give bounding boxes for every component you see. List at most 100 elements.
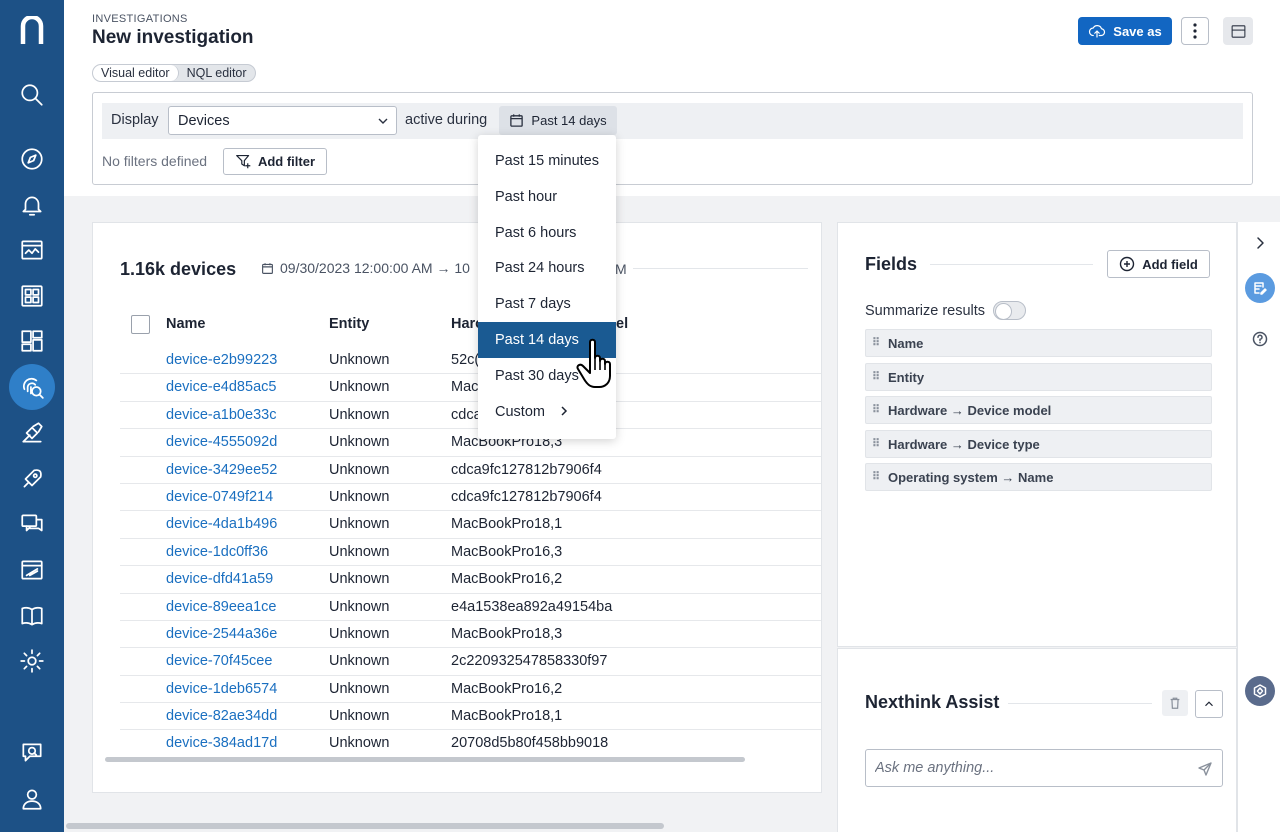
fields-panel-button[interactable] (1245, 273, 1275, 303)
column-header-entity[interactable]: Entity (329, 316, 369, 332)
device-name-link[interactable]: device-4555092d (166, 434, 277, 450)
nav-settings[interactable] (9, 638, 55, 684)
collapse-assist-button[interactable] (1195, 690, 1223, 718)
nav-reports[interactable] (9, 547, 55, 593)
table-row[interactable]: device-70f45cee Unknown 2c220932547858330f… (120, 648, 821, 676)
table-row[interactable]: device-dfd41a59 Unknown MacBookPro16,2 (120, 566, 821, 594)
table-row[interactable]: device-4da1b496 Unknown MacBookPro18,1 (120, 511, 821, 539)
nav-alerts[interactable] (9, 182, 55, 228)
nexthink-logo[interactable] (0, 8, 64, 54)
nav-feedback[interactable] (9, 730, 55, 776)
send-icon[interactable] (1197, 761, 1213, 777)
hardware-cell: cdca9fc127812b7906f4 (451, 461, 602, 478)
field-item[interactable]: ⠿ Entity (865, 362, 1212, 391)
nav-apps[interactable] (9, 273, 55, 319)
table-row[interactable]: device-0749f214 Unknown cdca9fc127812b7906… (120, 484, 821, 512)
page-horizontal-scrollbar[interactable] (66, 823, 664, 829)
nav-investigations[interactable] (9, 364, 55, 410)
assist-input[interactable] (865, 749, 1223, 787)
trash-icon (1170, 697, 1180, 709)
table-row[interactable]: device-2544a36e Unknown MacBookPro18,3 (120, 621, 821, 649)
cloud-upload-icon (1089, 25, 1106, 38)
help-button[interactable] (1245, 324, 1275, 354)
date-range-tail: M (615, 261, 627, 277)
table-select-value: Devices (178, 113, 230, 129)
device-name-link[interactable]: device-3429ee52 (166, 462, 277, 478)
table-select[interactable]: Devices (168, 106, 397, 135)
fields-title: Fields (865, 254, 918, 274)
device-name-link[interactable]: device-2544a36e (166, 626, 277, 642)
field-item[interactable]: ⠿ Hardware → Device type (865, 429, 1212, 458)
field-item[interactable]: ⠿ Operating system → Name (865, 463, 1212, 492)
tab-nql-editor[interactable]: NQL editor (179, 65, 255, 81)
timeframe-option[interactable]: Past hour (478, 179, 616, 215)
table-row[interactable]: device-3429ee52 Unknown cdca9fc127812b7906… (120, 457, 821, 484)
timeframe-option[interactable]: Past 15 minutes (478, 143, 616, 179)
timeframe-option[interactable]: Past 6 hours (478, 215, 616, 251)
timeframe-option[interactable]: Past 7 days (478, 286, 616, 322)
nav-campaigns[interactable] (9, 456, 55, 502)
layout-toggle-button[interactable] (1223, 17, 1253, 45)
breadcrumb[interactable]: INVESTIGATIONS (92, 13, 188, 25)
device-name-link[interactable]: device-384ad17d (166, 735, 277, 751)
table-row[interactable]: device-82ae34dd Unknown MacBookPro18,1 (120, 703, 821, 731)
table-row[interactable]: device-e4d85ac5 Unknown Mac (120, 374, 821, 402)
hardware-cell: MacBookPro18,3 (451, 625, 563, 642)
nav-search[interactable] (9, 72, 55, 118)
field-item[interactable]: ⠿ Hardware → Device model (865, 396, 1212, 425)
more-options-button[interactable] (1181, 17, 1209, 45)
table-row[interactable]: device-384ad17d Unknown 20708d5b80f458bb90… (120, 730, 821, 757)
add-field-button[interactable]: Add field (1107, 250, 1210, 278)
expand-panel-button[interactable] (1245, 228, 1275, 258)
drag-handle-icon[interactable]: ⠿ (872, 470, 880, 483)
timeframe-option[interactable]: Past 24 hours (478, 250, 616, 286)
table-row[interactable]: device-4555092d Unknown MacBookPro18,3 (120, 429, 821, 457)
timeframe-option[interactable]: Custom (478, 394, 616, 430)
table-row[interactable]: device-a1b0e33c Unknown cdca (120, 402, 821, 430)
drag-handle-icon[interactable]: ⠿ (872, 370, 880, 383)
field-item-label: Hardware → Device model (888, 403, 1052, 419)
summarize-toggle[interactable] (993, 301, 1026, 320)
drag-handle-icon[interactable]: ⠿ (872, 437, 880, 450)
device-name-link[interactable]: device-e4d85ac5 (166, 379, 276, 395)
device-name-link[interactable]: device-1dc0ff36 (166, 544, 268, 560)
add-filter-label: Add filter (257, 154, 316, 169)
nav-remote-actions[interactable] (9, 410, 55, 456)
column-header-name[interactable]: Name (166, 316, 206, 332)
device-name-link[interactable]: device-82ae34dd (166, 708, 277, 724)
device-name-link[interactable]: device-1deb6574 (166, 681, 277, 697)
device-name-link[interactable]: device-e2b99223 (166, 352, 277, 368)
table-row[interactable]: device-89eea1ce Unknown e4a1538ea892a49154… (120, 594, 821, 621)
nav-dashboards[interactable] (9, 227, 55, 273)
device-name-link[interactable]: device-0749f214 (166, 489, 273, 505)
save-as-button[interactable]: Save as (1078, 17, 1172, 45)
assist-panel: Nexthink Assist (837, 648, 1237, 832)
active-during-label: active during (405, 112, 488, 128)
nav-profile[interactable] (9, 776, 55, 822)
clear-chat-button[interactable] (1162, 690, 1188, 716)
device-name-link[interactable]: device-a1b0e33c (166, 407, 276, 423)
select-all-checkbox[interactable] (131, 315, 150, 334)
table-row[interactable]: device-1dc0ff36 Unknown MacBookPro16,3 (120, 539, 821, 567)
assist-button[interactable] (1245, 676, 1275, 706)
device-name-link[interactable]: device-dfd41a59 (166, 571, 273, 587)
table-row[interactable]: device-1deb6574 Unknown MacBookPro16,2 (120, 676, 821, 704)
add-filter-button[interactable]: Add filter (223, 148, 327, 175)
drag-handle-icon[interactable]: ⠿ (872, 403, 880, 416)
column-header-model-tail[interactable]: el (616, 316, 628, 332)
horizontal-scrollbar[interactable] (105, 757, 745, 762)
device-name-link[interactable]: device-4da1b496 (166, 516, 277, 532)
device-name-link[interactable]: device-70f45cee (166, 653, 272, 669)
field-item[interactable]: ⠿ Name (865, 329, 1212, 357)
table-header: Name Entity Harc el (120, 309, 821, 337)
nav-explore[interactable] (9, 136, 55, 182)
drag-handle-icon[interactable]: ⠿ (872, 336, 880, 349)
timeframe-button[interactable]: Past 14 days (499, 106, 617, 135)
table-row[interactable]: device-e2b99223 Unknown 52c( (120, 347, 821, 375)
entity-cell: Unknown (329, 379, 390, 396)
nav-documentation[interactable] (9, 593, 55, 639)
tab-visual-editor[interactable]: Visual editor (93, 65, 179, 81)
nav-engage[interactable] (9, 501, 55, 547)
nav-library[interactable] (9, 318, 55, 364)
device-name-link[interactable]: device-89eea1ce (166, 599, 276, 615)
